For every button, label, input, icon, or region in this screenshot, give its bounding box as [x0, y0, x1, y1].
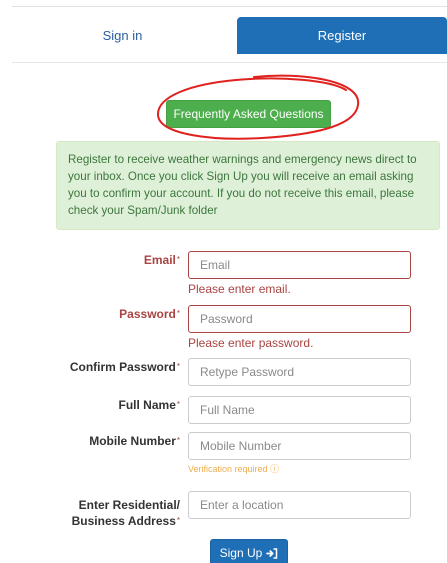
tabs-divider [12, 62, 447, 63]
verification-hint: Verification required ⓘ [188, 464, 280, 474]
tab-sign-in[interactable]: Sign in [10, 17, 235, 54]
mobile-number-label: Mobile Number* [89, 434, 180, 448]
email-error: Please enter email. [188, 282, 291, 296]
mobile-number-field[interactable] [188, 432, 411, 460]
address-label: Enter Residential/ Business Address* [71, 498, 180, 528]
sign-up-label: Sign Up [219, 546, 263, 560]
tab-register[interactable]: Register [237, 17, 447, 54]
top-divider [12, 6, 447, 7]
confirm-password-field[interactable] [188, 358, 411, 386]
password-error: Please enter password. [188, 336, 314, 350]
faq-button[interactable]: Frequently Asked Questions [166, 100, 331, 128]
confirm-password-label: Confirm Password* [69, 360, 180, 374]
email-label: Email* [143, 253, 180, 267]
password-label: Password* [119, 307, 180, 321]
address-field[interactable] [188, 491, 411, 519]
info-alert: Register to receive weather warnings and… [56, 141, 440, 230]
sign-up-button[interactable]: Sign Up [210, 539, 288, 563]
info-icon: ⓘ [270, 464, 280, 474]
full-name-label: Full Name* [118, 398, 180, 412]
full-name-field[interactable] [188, 396, 411, 424]
password-field[interactable] [188, 305, 411, 333]
email-field[interactable] [188, 251, 411, 279]
sign-in-icon [266, 547, 278, 559]
